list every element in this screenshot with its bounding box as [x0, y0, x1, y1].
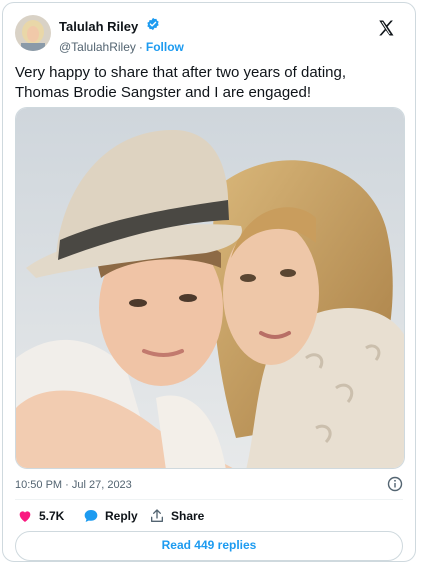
info-icon[interactable] [387, 476, 403, 492]
reply-bubble-icon [84, 510, 98, 522]
handle[interactable]: @TalulahRiley [59, 40, 136, 54]
x-logo-icon[interactable] [377, 19, 395, 37]
tweet-text-line: Very happy to share that after two years… [15, 64, 347, 81]
like-count: 5.7K [39, 509, 65, 523]
handle-line: @TalulahRiley · Follow [59, 40, 184, 54]
tweet-photo[interactable] [15, 107, 405, 469]
divider [15, 499, 403, 500]
tweet-text: Very happy to share that after two years… [15, 63, 405, 103]
read-replies-button[interactable]: Read 449 replies [15, 531, 403, 561]
separator-dot: · [138, 40, 143, 54]
share-icon [151, 509, 163, 522]
tweet-timestamp[interactable]: 10:50 PM · Jul 27, 2023 [15, 479, 132, 491]
tweet-card: Talulah Riley @TalulahRiley · Follow Very … [2, 2, 416, 562]
reply-label: Reply [105, 509, 138, 523]
tweet-header: Talulah Riley @TalulahRiley · Follow [15, 15, 403, 55]
avatar[interactable] [15, 15, 51, 51]
like-button[interactable]: 5.7K [17, 507, 64, 525]
follow-link[interactable]: Follow [146, 40, 184, 54]
reply-button[interactable]: Reply [83, 507, 138, 525]
tweet-text-line: Thomas Brodie Sangster and I are engaged… [15, 84, 312, 101]
author-info: Talulah Riley @TalulahRiley · Follow [59, 17, 184, 54]
display-name[interactable]: Talulah Riley [59, 19, 138, 34]
verified-badge-icon [146, 17, 160, 36]
share-button[interactable]: Share [149, 507, 204, 525]
heart-icon [19, 511, 31, 522]
share-label: Share [171, 509, 205, 523]
